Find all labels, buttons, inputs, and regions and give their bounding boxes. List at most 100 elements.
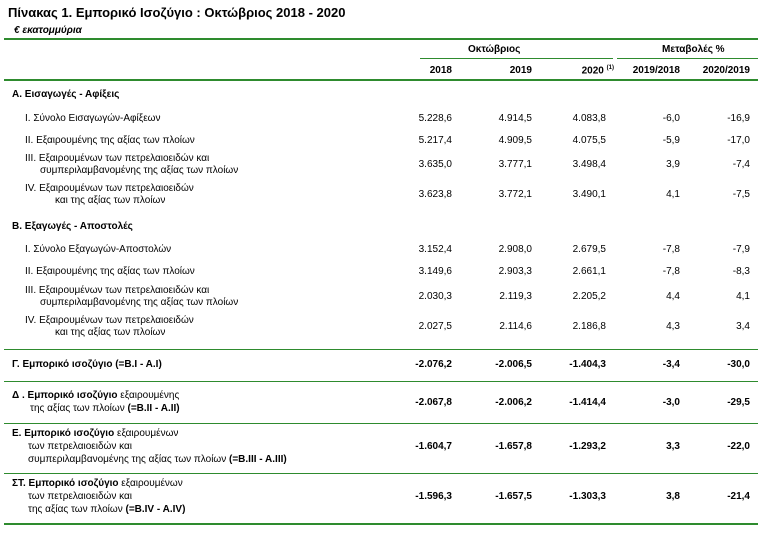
cell-2019: -2.006,2 (495, 397, 532, 408)
cell-ch2: -17,0 (727, 135, 750, 146)
row-label: Γ. Εμπορικό ισοζύγιο (=B.I - A.I) (12, 359, 162, 370)
row-label: E. Εμπορικό ισοζύγιο εξαιρουμένων (12, 428, 178, 440)
cell-ch1: -3,4 (662, 359, 680, 370)
cell-ch2: -16,9 (727, 113, 750, 124)
cell-2018: 5.217,4 (418, 135, 452, 146)
cell-ch1: 3,8 (666, 491, 680, 502)
row-label-line2: και της αξίας των πλοίων (55, 327, 166, 338)
row-label-line2: των πετρελαιοειδών και (28, 491, 132, 502)
cell-2020: 2.661,1 (572, 266, 606, 277)
cell-2020: -1.414,4 (569, 397, 606, 408)
cell-2018: 2.027,5 (418, 321, 452, 332)
section-b-title: B. Εξαγωγές - Αποστολές (12, 221, 133, 232)
cell-2020: -1.293,2 (569, 441, 606, 452)
row-label-normal: εξαιρουμένης (117, 390, 180, 401)
cell-2018: -1.604,7 (415, 441, 452, 452)
cell-2018: -2.067,8 (415, 397, 452, 408)
cell-ch2: 4,1 (736, 291, 750, 302)
cell-2018: -1.596,3 (415, 491, 452, 502)
cell-2019: 2.119,3 (499, 291, 532, 302)
cell-ch2: -22,0 (727, 441, 750, 452)
header-col-2020-text: 2020 (581, 65, 604, 77)
cell-2018: 5.228,6 (418, 113, 452, 124)
cell-2018: 3.149,6 (418, 266, 452, 277)
cell-ch1: -3,0 (662, 397, 680, 408)
header-col-ch2: 2020/2019 (702, 65, 750, 76)
cell-2020: -1.404,3 (569, 359, 606, 370)
row-label: III. Εξαιρουμένων των πετρελαιοειδών και (25, 153, 210, 164)
row-label-normal: της αξίας των πλοίων (28, 504, 126, 515)
row-label-line3: της αξίας των πλοίων (=B.IV - A.IV) (28, 504, 185, 516)
row-label-normal: της αξίας των πλοίων (30, 403, 128, 414)
cell-2020: 2.186,8 (572, 321, 606, 332)
row-label-normal: εξαιρουμένων (118, 478, 183, 489)
cell-2019: 3.772,1 (498, 189, 532, 200)
header-col-2018: 2018 (429, 65, 452, 76)
unit-label: € εκατομμύρια (14, 25, 82, 36)
table-bottom-rule (4, 523, 758, 525)
cell-2020: 3.498,4 (572, 159, 606, 170)
cell-2019: -2.006,5 (495, 359, 532, 370)
divider-before-st (4, 473, 758, 474)
row-label-bold: ΣT. Εμπορικό ισοζύγιο (12, 478, 119, 489)
row-label: III. Εξαιρουμένων των πετρελαιοειδών και (25, 285, 210, 296)
cell-ch2: -21,4 (727, 491, 750, 502)
cell-2020: -1.303,3 (569, 491, 606, 502)
row-label-bold: Δ . Εμπορικό ισοζύγιο (12, 390, 118, 401)
divider-before-g (4, 349, 758, 350)
cell-2019: 2.903,3 (498, 266, 532, 277)
cell-ch1: 3,9 (666, 159, 680, 170)
row-label-line3: συμπεριλαμβανομένης της αξίας των πλοίων… (28, 454, 287, 466)
divider-before-e (4, 423, 758, 424)
divider-before-d (4, 381, 758, 382)
cell-2018: 3.623,8 (418, 189, 452, 200)
cell-2019: -1.657,5 (495, 491, 532, 502)
cell-2020: 4.075,5 (572, 135, 606, 146)
cell-2020: 4.083,8 (572, 113, 606, 124)
row-label-line2: της αξίας των πλοίων (=B.II - A.II) (30, 403, 180, 415)
row-label-normal: συμπεριλαμβανομένης της αξίας των πλοίων (28, 454, 230, 465)
cell-ch2: -30,0 (727, 359, 750, 370)
header-col-2020-note: (1) (606, 65, 614, 71)
row-label-line2: και της αξίας των πλοίων (55, 195, 166, 206)
header-top-rule (4, 38, 758, 40)
row-label: I. Σύνολο Εξαγωγών-Αποστολών (25, 244, 172, 255)
row-label-bold: (=B.IV - A.IV) (125, 504, 186, 515)
cell-2018: -2.076,2 (415, 359, 452, 370)
row-label: IV. Εξαιρουμένων των πετρελαιοειδών (25, 183, 194, 194)
header-group-month: Οκτώβριος (468, 44, 521, 55)
row-label: IV. Εξαιρουμένων των πετρελαιοειδών (25, 315, 194, 326)
row-label: I. Σύνολο Εισαγωγών-Αφίξεων (25, 113, 161, 124)
cell-2020: 3.490,1 (572, 189, 606, 200)
cell-ch1: 4,4 (666, 291, 680, 302)
cell-ch1: -6,0 (662, 113, 680, 124)
table-title: Πίνακας 1. Εμπορικό Ισοζύγιο : Οκτώβριος… (8, 5, 346, 20)
cell-ch1: 4,1 (666, 189, 680, 200)
cell-ch1: 3,3 (666, 441, 680, 452)
cell-2019: 3.777,1 (498, 159, 532, 170)
cell-ch1: -7,8 (662, 266, 680, 277)
cell-ch1: -7,8 (662, 244, 680, 255)
header-change-rule (617, 58, 758, 59)
header-col-ch1: 2019/2018 (632, 65, 680, 76)
cell-2019: 4.909,5 (498, 135, 532, 146)
row-label-line2: συμπεριλαμβανομένης της αξίας των πλοίων (40, 165, 239, 176)
cell-2020: 2.679,5 (572, 244, 606, 255)
cell-ch1: 4,3 (666, 321, 680, 332)
header-bottom-rule (4, 79, 758, 81)
cell-ch2: -7,4 (732, 159, 750, 170)
cell-ch2: -29,5 (727, 397, 750, 408)
cell-ch2: 3,4 (736, 321, 750, 332)
cell-2018: 3.635,0 (418, 159, 452, 170)
header-col-2019: 2019 (509, 65, 532, 76)
cell-2019: 2.908,0 (498, 244, 532, 255)
cell-2019: 4.914,5 (498, 113, 532, 124)
section-a-title: A. Εισαγωγές - Αφίξεις (12, 89, 120, 100)
cell-ch2: -7,9 (732, 244, 750, 255)
cell-2018: 2.030,3 (418, 291, 452, 302)
header-group-change: Μεταβολές % (662, 44, 725, 55)
row-label-line2: των πετρελαιοειδών και (28, 441, 132, 452)
cell-2020: 2.205,2 (572, 291, 606, 302)
cell-ch1: -5,9 (662, 135, 680, 146)
row-label: ΣT. Εμπορικό ισοζύγιο εξαιρουμένων (12, 478, 183, 490)
